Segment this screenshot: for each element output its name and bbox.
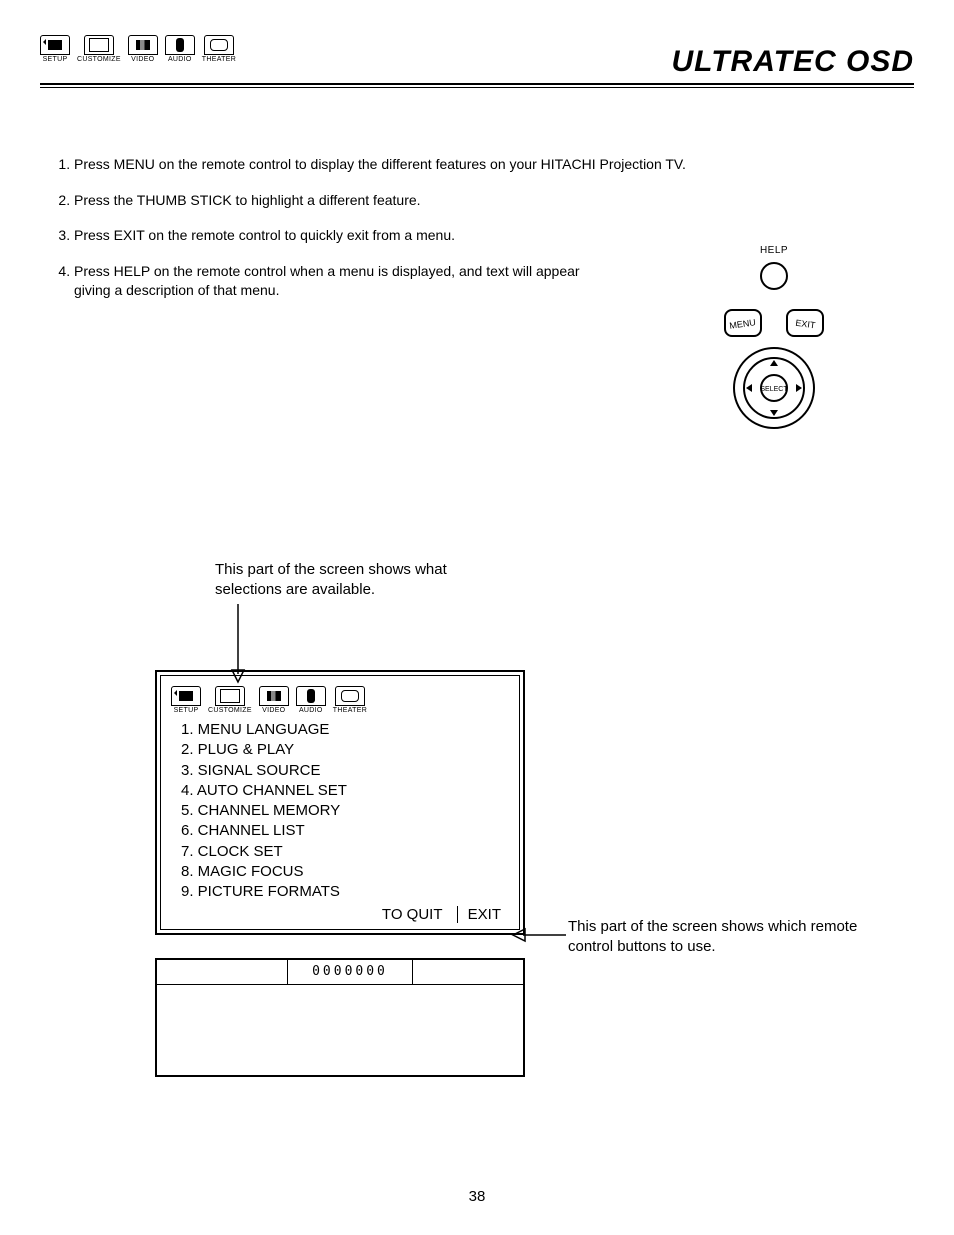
osd-item-6: 6. CHANNEL LIST <box>181 821 509 841</box>
page-title: ULTRATEC OSD <box>671 45 914 79</box>
instruction-2: Press the THUMB STICK to highlight a dif… <box>74 191 914 211</box>
exit-label: EXIT <box>457 906 507 923</box>
osd-setup-label: SETUP <box>174 707 199 714</box>
osd-customize-label: CUSTOMIZE <box>208 707 252 714</box>
osd-video-icon: VIDEO <box>259 686 289 714</box>
osd-setup-icon: SETUP <box>171 686 201 714</box>
osd-item-4: 4. AUTO CHANNEL SET <box>181 781 509 801</box>
instruction-4-text: Press HELP on the remote control when a … <box>74 262 614 301</box>
video-label: VIDEO <box>131 56 154 63</box>
osd-icon-strip: SETUP CUSTOMIZE VIDEO AUDIO <box>171 686 509 714</box>
setup-icon: SETUP <box>40 35 70 63</box>
exit-text: EXIT <box>795 318 817 331</box>
select-text: SELECT <box>760 386 788 393</box>
customize-label: CUSTOMIZE <box>77 56 121 63</box>
menu-text: MENU <box>729 317 757 331</box>
osd-item-2: 2. PLUG & PLAY <box>181 740 509 760</box>
osd-menu-list: 1. MENU LANGUAGE 2. PLUG & PLAY 3. SIGNA… <box>181 720 509 902</box>
osd-audio-icon: AUDIO <box>296 686 326 714</box>
page-number: 38 <box>0 1188 954 1205</box>
instruction-3: Press EXIT on the remote control to quic… <box>74 226 914 246</box>
callout-top: This part of the screen shows what selec… <box>215 560 455 599</box>
osd-customize-icon: CUSTOMIZE <box>208 686 252 714</box>
video-icon: VIDEO <box>128 35 158 63</box>
osd-item-8: 8. MAGIC FOCUS <box>181 862 509 882</box>
osd-video-label: VIDEO <box>262 707 285 714</box>
page-header: SETUP CUSTOMIZE VIDEO AUDIO THEATER ULTR… <box>40 35 914 85</box>
remote-svg: MENU EXIT SELECT <box>699 258 849 438</box>
deck-display: 0000000 <box>288 960 413 984</box>
remote-diagram: HELP MENU EXIT SELECT <box>694 245 854 438</box>
arrow-left-icon <box>511 925 566 945</box>
to-quit-label: TO QUIT <box>376 906 449 923</box>
audio-icon: AUDIO <box>165 35 195 63</box>
osd-audio-label: AUDIO <box>299 707 323 714</box>
setup-label: SETUP <box>43 56 68 63</box>
callout-right: This part of the screen shows which remo… <box>568 917 858 956</box>
osd-item-7: 7. CLOCK SET <box>181 842 509 862</box>
theater-label: THEATER <box>202 56 236 63</box>
audio-label: AUDIO <box>168 56 192 63</box>
osd-item-9: 9. PICTURE FORMATS <box>181 882 509 902</box>
instruction-1: Press MENU on the remote control to disp… <box>74 155 914 175</box>
osd-item-3: 3. SIGNAL SOURCE <box>181 761 509 781</box>
header-rule <box>40 83 914 88</box>
osd-item-1: 1. MENU LANGUAGE <box>181 720 509 740</box>
help-label: HELP <box>694 245 854 256</box>
osd-theater-icon: THEATER <box>333 686 367 714</box>
osd-footer: TO QUIT EXIT <box>171 902 509 923</box>
osd-theater-label: THEATER <box>333 707 367 714</box>
deck-frame: 0000000 <box>155 958 525 1077</box>
customize-icon: CUSTOMIZE <box>77 35 121 63</box>
osd-item-5: 5. CHANNEL MEMORY <box>181 801 509 821</box>
theater-icon: THEATER <box>202 35 236 63</box>
tv-frame: SETUP CUSTOMIZE VIDEO AUDIO <box>155 670 525 935</box>
